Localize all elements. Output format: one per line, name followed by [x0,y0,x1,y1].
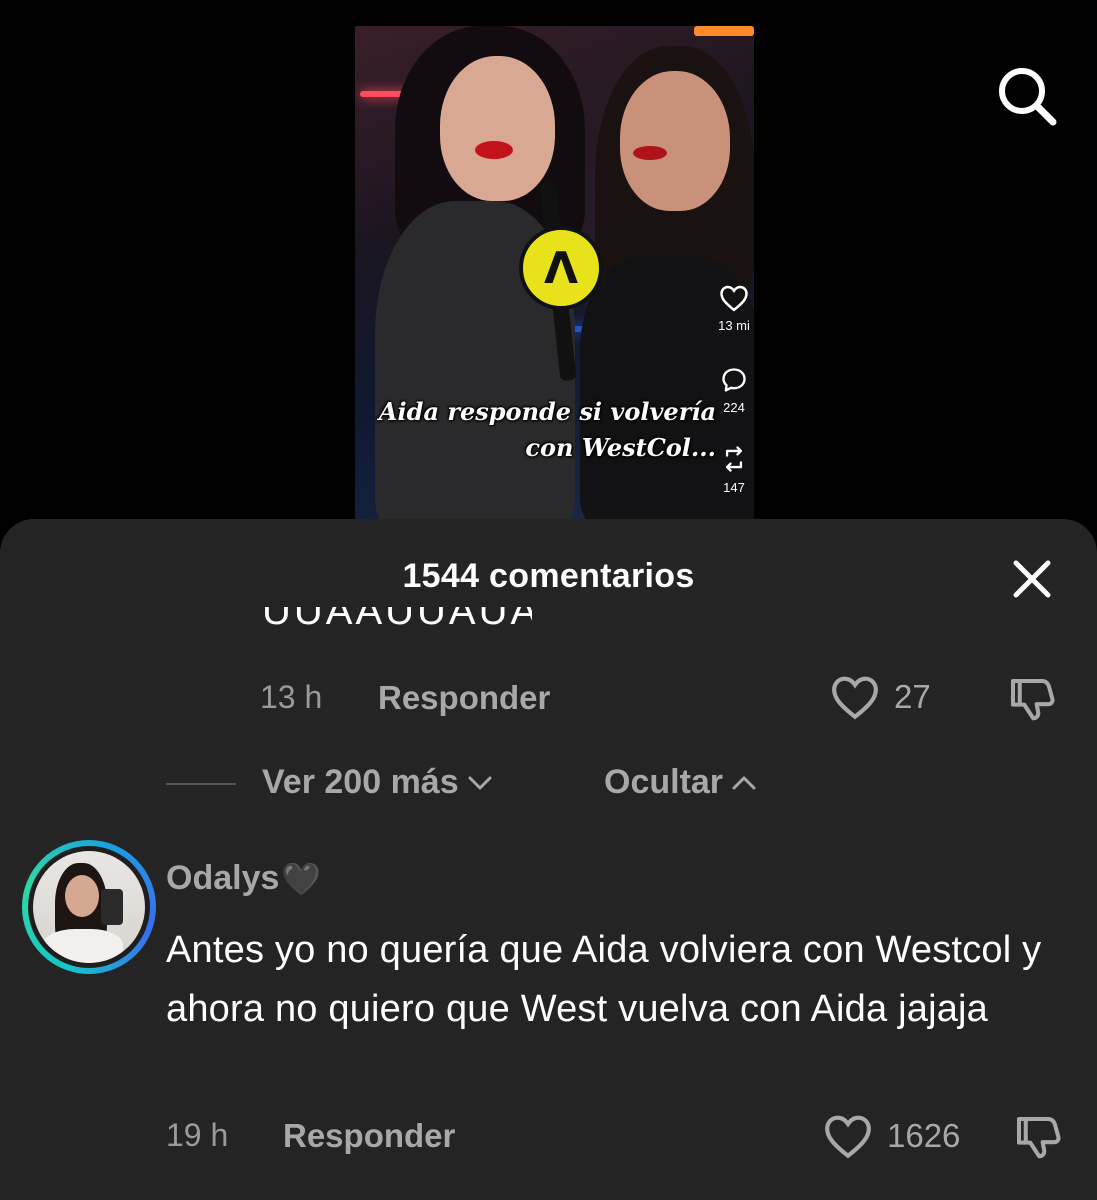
heart-icon [825,1115,871,1159]
video-repost-count: 147 [723,480,745,495]
close-button[interactable] [1010,557,1054,601]
comment-username-text: Odalys [166,859,280,897]
comment-like-button[interactable]: 1626 [823,1113,960,1159]
microphone-logo: Λ [519,226,603,310]
heart-icon [832,676,878,720]
chevron-down-icon [468,776,492,789]
heart-icon [720,285,748,312]
previous-comment-reply-button[interactable]: Responder [378,679,550,717]
video-like-count: 13 mi [718,318,750,333]
previous-comment-like-count: 27 [894,678,931,715]
comment-like-count: 1626 [887,1117,961,1154]
comment-reply-button[interactable]: Responder [283,1117,455,1155]
comment-username[interactable]: Odalys 🖤 [166,859,321,898]
avatar[interactable] [22,840,156,974]
person-left-lips [475,141,513,159]
comment-dislike-button[interactable] [1010,1110,1064,1164]
hide-replies-button[interactable]: Ocultar [604,763,757,802]
neon-light [694,26,754,36]
search-button[interactable] [993,62,1059,128]
video-like-button[interactable]: 13 mi [716,284,752,333]
previous-comment-dislike-button[interactable] [1004,672,1058,726]
search-icon [999,68,1057,126]
previous-comment-like-button[interactable]: 27 [830,674,931,720]
chevron-up-icon [732,776,756,789]
avatar-photo [33,851,145,963]
comments-count-title: 1544 comentarios [402,557,695,595]
comment-text: Antes yo no quería que Aida volviera con… [166,929,1042,1030]
comment-bubble-icon [722,368,746,392]
thumbs-down-icon [1010,678,1055,721]
view-more-replies-button[interactable]: Ver 200 más [262,763,493,802]
video-thumbnail[interactable]: Λ Aida responde si volvería con WestCol.… [355,26,754,520]
comment-time: 19 h [166,1117,229,1153]
replies-divider [166,783,236,785]
thumbs-down-icon [1016,1116,1061,1159]
video-caption: Aida responde si volvería con WestCol... [379,394,716,466]
close-icon [1013,560,1051,598]
video-caption-line1: Aida responde si volvería [378,397,716,426]
video-comment-count: 224 [723,400,745,415]
view-more-replies-label: Ver 200 más [262,763,459,801]
person-left-face [440,56,555,201]
previous-comment-time: 13 h [260,679,323,715]
comments-sheet: 1544 comentarios UUAAUUAUAA 13 h Respond… [0,519,1097,1200]
repost-icon [725,446,743,472]
person-right-face [620,71,730,211]
video-comment-button[interactable]: 224 [716,366,752,415]
previous-comment-text: UUAAUUAUAA [262,607,532,633]
person-right-lips [633,146,667,160]
hide-replies-label: Ocultar [604,763,724,801]
video-repost-button[interactable]: 147 [716,444,752,495]
black-heart-icon: 🖤 [281,860,322,897]
video-caption-line2: con WestCol... [525,433,716,462]
